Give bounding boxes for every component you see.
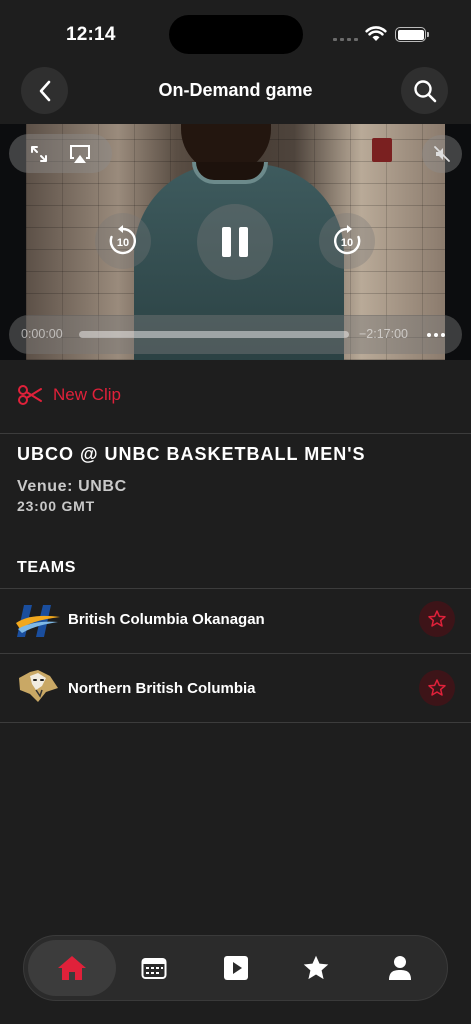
progress-track[interactable] (79, 331, 349, 338)
more-options-button[interactable] (427, 333, 445, 337)
scrubber-bar: 0:00:00 −2:17:00 (9, 315, 462, 354)
tab-bar (23, 935, 448, 1001)
pause-button[interactable] (197, 204, 273, 280)
forward-10-icon: 10 (334, 225, 361, 255)
skip-back-seconds: 10 (117, 237, 129, 249)
expand-icon[interactable] (29, 144, 49, 164)
speaker-muted-icon (434, 146, 450, 162)
tab-videos[interactable] (192, 940, 280, 996)
star-icon (303, 955, 329, 980)
mute-button[interactable] (422, 135, 462, 173)
wifi-icon (365, 26, 387, 41)
unbc-timberwolves-logo (19, 670, 58, 702)
divider (0, 722, 471, 723)
home-icon (58, 956, 86, 980)
pause-icon (222, 227, 231, 257)
divider (0, 433, 471, 434)
team-row[interactable]: British Columbia Okanagan (0, 589, 471, 654)
search-icon (413, 79, 436, 102)
time-remaining: −2:17:00 (359, 327, 409, 341)
scissors-icon (18, 385, 42, 405)
team-row[interactable]: Northern British Columbia (0, 654, 471, 719)
person-icon (389, 956, 411, 980)
new-clip-label: New Clip (53, 385, 122, 404)
game-time: 23:00 GMT (17, 498, 95, 514)
star-outline-icon (428, 679, 446, 696)
skip-forward-seconds: 10 (341, 237, 353, 249)
status-bar: 12:14 (0, 0, 471, 62)
airplay-icon[interactable] (68, 143, 92, 165)
time-elapsed: 0:00:00 (21, 327, 63, 341)
favorite-button[interactable] (419, 601, 455, 637)
teams-heading: TEAMS (17, 559, 76, 576)
player-top-controls (9, 134, 112, 173)
tab-favorites[interactable] (272, 940, 360, 996)
dynamic-island (169, 15, 303, 54)
skip-back-button[interactable]: 10 (95, 213, 151, 269)
calendar-icon (141, 958, 167, 979)
battery-icon (395, 27, 429, 42)
tab-schedule[interactable] (110, 940, 198, 996)
rewind-10-icon: 10 (109, 225, 136, 255)
skip-forward-button[interactable]: 10 (319, 213, 375, 269)
star-outline-icon (428, 610, 446, 627)
play-icon (224, 956, 248, 980)
game-venue: Venue: UNBC (17, 478, 127, 495)
team-name: British Columbia Okanagan (68, 611, 265, 628)
status-time: 12:14 (66, 24, 116, 45)
new-clip-button[interactable]: New Clip (17, 384, 121, 406)
cellular-signal-icon (333, 38, 358, 41)
favorite-button[interactable] (419, 670, 455, 706)
search-button[interactable] (401, 67, 448, 114)
game-title: UBCO @ UNBC BASKETBALL MEN'S (17, 444, 366, 464)
tab-home[interactable] (28, 940, 116, 996)
ubco-heat-logo (16, 605, 60, 637)
team-name: Northern British Columbia (68, 680, 256, 697)
tab-profile[interactable] (356, 940, 444, 996)
